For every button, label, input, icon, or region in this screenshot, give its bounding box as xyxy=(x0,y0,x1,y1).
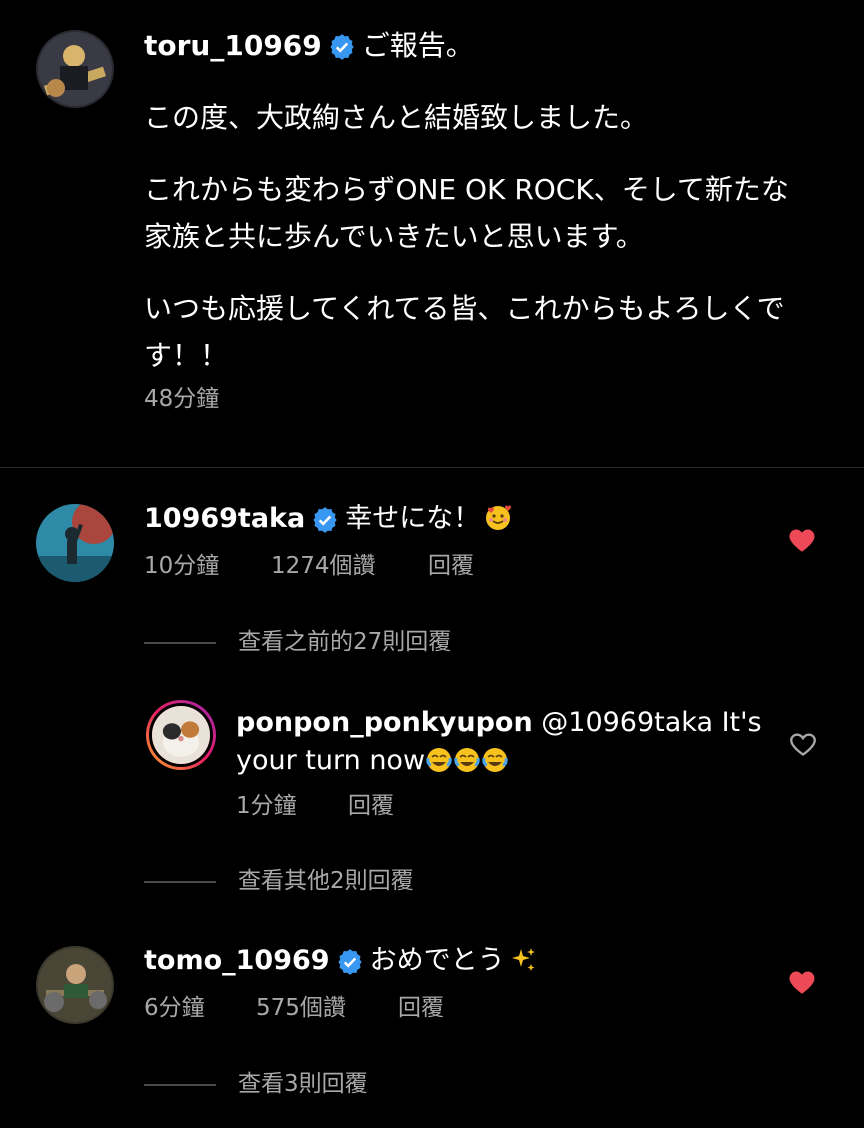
reply-button[interactable]: 回覆 xyxy=(348,791,394,821)
post-username[interactable]: toru_10969 xyxy=(144,29,322,62)
reply-ponpon: ponpon_ponkyupon @10969taka It's your tu… xyxy=(236,704,776,780)
heart-outline-icon[interactable] xyxy=(789,731,817,757)
view-replies-label: 查看之前的27則回覆 xyxy=(238,629,452,655)
view-replies-label: 查看3則回覆 xyxy=(238,1071,368,1097)
view-replies-label: 查看其他2則回覆 xyxy=(238,868,414,894)
reply-time: 1分鐘 xyxy=(236,793,297,819)
comment-10969taka: 10969taka 幸せにな！ xyxy=(144,500,512,538)
post-title: ご報告。 xyxy=(361,29,474,62)
comments-screen: toru_10969 ご報告。 この度、大政絢さんと結婚致しました。 これからも変… xyxy=(0,0,864,1128)
reply-button[interactable]: 回覆 xyxy=(428,551,474,581)
verified-badge-icon xyxy=(311,506,339,534)
reply-ponpon-meta: 1分鐘 回覆 xyxy=(236,791,394,821)
reply-button[interactable]: 回覆 xyxy=(398,993,444,1023)
avatar-10969taka[interactable] xyxy=(36,504,114,582)
comment-time: 6分鐘 xyxy=(144,995,205,1021)
post-paragraph-2: これからも変わらずONE OK ROCK、そして新たな家族と共に歩んでいきたいと… xyxy=(144,173,789,253)
comment-tomo-meta: 6分鐘 575個讚 回覆 xyxy=(144,993,444,1023)
comment-tomo: tomo_10969 おめでとう xyxy=(144,942,537,980)
comment-text: 幸せにな！ xyxy=(345,503,481,534)
view-more-replies[interactable]: 查看其他2則回覆 xyxy=(144,866,414,896)
heart-filled-icon[interactable] xyxy=(788,527,816,553)
post-paragraph-1: この度、大政絢さんと結婚致しました。 xyxy=(144,101,649,134)
avatar-tomo[interactable] xyxy=(36,946,114,1024)
post-timestamp: 48分鐘 xyxy=(144,384,804,414)
avatar-ponpon[interactable] xyxy=(146,700,216,770)
divider-line xyxy=(144,641,216,644)
divider xyxy=(0,467,864,468)
comment-text: おめでとう xyxy=(369,945,505,976)
view-previous-replies[interactable]: 查看之前的27則回覆 xyxy=(144,627,451,657)
tears-of-joy-icon xyxy=(481,746,509,774)
comment-likes[interactable]: 1274個讚 xyxy=(271,551,428,581)
divider-line xyxy=(144,880,216,883)
comment-time: 10分鐘 xyxy=(144,553,220,579)
post-paragraph-3: いつも応援してくれてる皆、これからもよろしくです！！ xyxy=(144,292,785,372)
comment-10969taka-meta: 10分鐘 1274個讚 回覆 xyxy=(144,551,474,581)
sparkles-icon xyxy=(509,946,537,974)
tears-of-joy-icon xyxy=(453,746,481,774)
post-time: 48分鐘 xyxy=(144,386,220,412)
post-caption: toru_10969 ご報告。 この度、大政絢さんと結婚致しました。 これからも変… xyxy=(144,26,804,414)
comment-likes[interactable]: 575個讚 xyxy=(256,993,398,1023)
reply-username[interactable]: ponpon_ponkyupon xyxy=(236,707,533,738)
smiling-face-with-hearts-icon xyxy=(484,504,512,532)
avatar-toru[interactable] xyxy=(36,30,114,108)
verified-badge-icon xyxy=(336,948,364,976)
view-replies[interactable]: 查看3則回覆 xyxy=(144,1069,368,1099)
tears-of-joy-icon xyxy=(425,746,453,774)
divider-line xyxy=(144,1083,216,1086)
comment-username[interactable]: 10969taka xyxy=(144,503,305,534)
comment-username[interactable]: tomo_10969 xyxy=(144,945,330,976)
heart-filled-icon[interactable] xyxy=(788,969,816,995)
verified-badge-icon xyxy=(328,33,356,61)
